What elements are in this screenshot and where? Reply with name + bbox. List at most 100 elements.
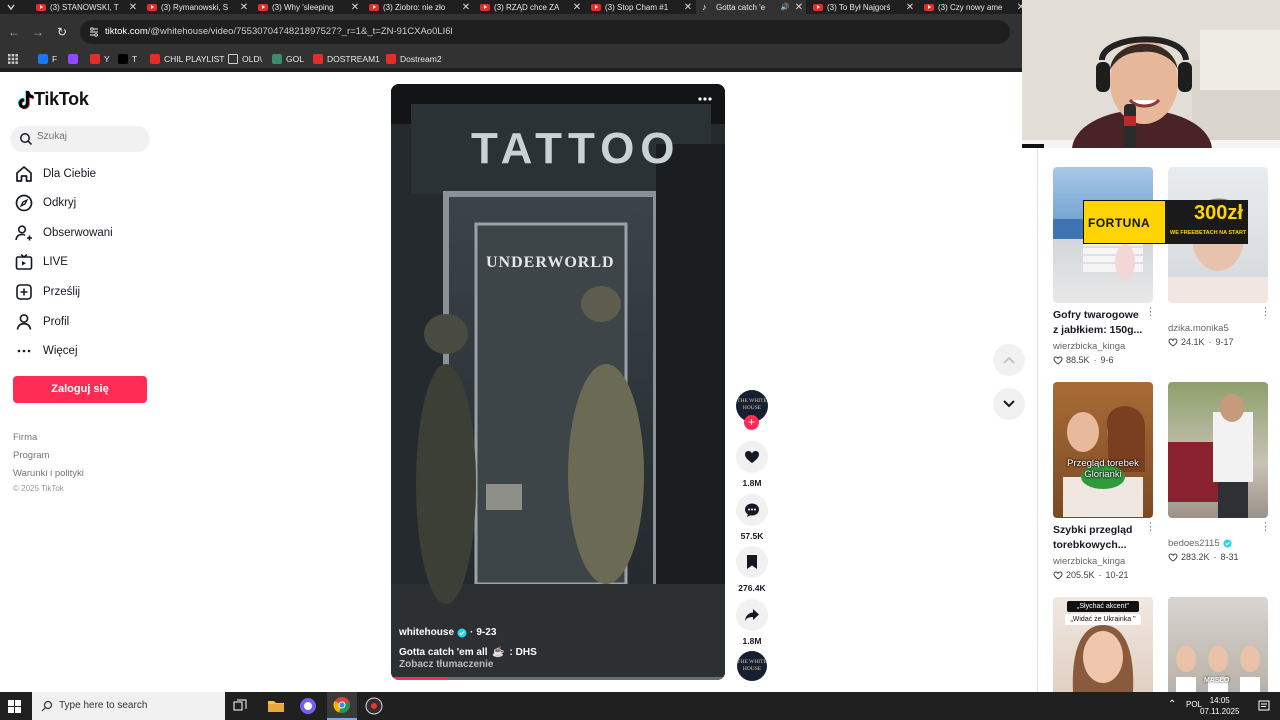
- footer-link-program[interactable]: Program: [13, 450, 49, 461]
- thumb-3-overlay: Przegląd torebek Glorianki: [1067, 458, 1139, 480]
- share-button[interactable]: [736, 599, 768, 631]
- apps-grid-icon[interactable]: [8, 54, 18, 64]
- nav-item-following[interactable]: Obserwowani: [14, 221, 113, 245]
- like-button[interactable]: [736, 441, 768, 473]
- bookmark-item[interactable]: F: [38, 53, 57, 65]
- browser-tab[interactable]: (3) Ziobro: nie zło ✕: [363, 0, 473, 14]
- bookmark-favicon-icon: [150, 54, 160, 64]
- bookmark-item[interactable]: OLD\: [228, 53, 262, 65]
- bookmark-item[interactable]: Y: [90, 53, 110, 65]
- recommended-thumb-4[interactable]: [1168, 382, 1268, 518]
- close-tab-icon[interactable]: ✕: [237, 2, 251, 13]
- task-view-icon[interactable]: [233, 699, 247, 713]
- ad-amount-panel[interactable]: 300zł WE FREEBETACH NA START: [1166, 200, 1248, 244]
- search-box[interactable]: [10, 126, 150, 152]
- kebab-icon[interactable]: ⋮: [1260, 522, 1271, 533]
- login-button[interactable]: Zaloguj się: [13, 376, 147, 403]
- browser-tab-title: Gotta catch 'e: [716, 2, 766, 12]
- tiktok-note-icon: [17, 89, 34, 109]
- bookmark-item[interactable]: [68, 53, 82, 65]
- windows-start-icon[interactable]: [8, 700, 21, 713]
- file-explorer-icon[interactable]: [266, 696, 286, 716]
- close-tab-icon[interactable]: ✕: [792, 2, 806, 13]
- search-input[interactable]: [37, 131, 137, 142]
- recommended-thumb-5[interactable]: „Słychać akcent" „Widać że Ukrainka ": [1053, 597, 1153, 692]
- browser-tab[interactable]: (3) Rymanowski, S ✕: [141, 0, 251, 14]
- recommended-title-1[interactable]: Gofry twarogowe z jabłkiem: 150g...: [1053, 308, 1145, 338]
- video-author[interactable]: whitehouse: [399, 627, 454, 638]
- notifications-icon[interactable]: [1258, 700, 1270, 712]
- recommended-user-4-row[interactable]: bedoes2115: [1168, 538, 1232, 549]
- recommended-thumb-6[interactable]: MASŁO: [1168, 597, 1268, 692]
- save-action[interactable]: 276.4K: [736, 546, 768, 593]
- nav-item-live[interactable]: LIVE: [14, 250, 68, 274]
- nav-item-explore[interactable]: Odkryj: [14, 191, 76, 215]
- forward-button[interactable]: →: [30, 24, 46, 40]
- bookmark-item[interactable]: CHIL PLAYLIST: [150, 53, 224, 65]
- footer-link-company[interactable]: Firma: [13, 432, 37, 443]
- ad-fortuna-banner[interactable]: FORTUNA: [1083, 200, 1166, 244]
- previous-video-button[interactable]: [993, 344, 1025, 376]
- comment-action[interactable]: 57.5K: [736, 494, 768, 541]
- kebab-icon[interactable]: ⋮: [1145, 522, 1156, 533]
- kebab-icon[interactable]: ⋮: [1145, 307, 1156, 318]
- video-player[interactable]: TATTOO UNDERWORLD whitehouse · 9-23 Gott…: [391, 84, 725, 680]
- browser-tab-title: (3) Ziobro: nie zło: [383, 2, 446, 12]
- close-tab-icon[interactable]: ✕: [681, 2, 695, 13]
- browser-tab[interactable]: ♪ Gotta catch 'e 🔊 ✕: [696, 0, 806, 14]
- obs-app-icon[interactable]: [364, 696, 384, 716]
- close-tab-icon[interactable]: ✕: [1014, 2, 1022, 13]
- reload-button[interactable]: ↻: [54, 24, 70, 40]
- close-tab-icon[interactable]: ✕: [459, 2, 473, 13]
- video-more-icon[interactable]: [698, 97, 712, 101]
- tray-chevron-up-icon[interactable]: ⌃: [1168, 699, 1176, 710]
- next-video-button[interactable]: [993, 388, 1025, 420]
- bookmark-item[interactable]: GOL: [272, 53, 304, 65]
- tiktok-wordmark: TikTok: [34, 89, 89, 109]
- bookmark-item[interactable]: DOSTREAM1: [313, 53, 380, 65]
- footer-link-terms[interactable]: Warunki i polityki: [13, 468, 84, 479]
- tiktok-logo[interactable]: TikTok: [16, 89, 89, 110]
- browser-tab[interactable]: (3) Why 'sleeping ✕: [252, 0, 362, 14]
- browser-tab[interactable]: (3) RZĄD chce ZA ✕: [474, 0, 584, 14]
- speaker-icon[interactable]: 🔊: [778, 3, 792, 11]
- tab-search-menu[interactable]: [0, 0, 30, 14]
- video-author-row[interactable]: whitehouse · 9-23: [399, 627, 496, 638]
- see-translation-link[interactable]: Zobacz tłumaczenie: [399, 659, 493, 670]
- browser-tab[interactable]: (3) Stop Cham #1 ✕: [585, 0, 695, 14]
- follow-plus-button[interactable]: +: [744, 415, 759, 430]
- browser-tab[interactable]: (3) STANOWSKI, T ✕: [30, 0, 140, 14]
- browser-tab[interactable]: (3) To Był Najgorś ✕: [807, 0, 917, 14]
- recommended-user-4[interactable]: bedoes2115: [1168, 538, 1220, 549]
- browser-tab[interactable]: (3) Czy nowy ame ✕: [918, 0, 1022, 14]
- messenger-app-icon[interactable]: [298, 696, 318, 716]
- recommended-user-3[interactable]: wierzbicka_kinga: [1053, 556, 1125, 567]
- bookmark-item[interactable]: T: [118, 53, 137, 65]
- nav-item-upload[interactable]: Prześlij: [14, 280, 80, 304]
- back-button[interactable]: ←: [6, 24, 22, 40]
- close-tab-icon[interactable]: ✕: [570, 2, 584, 13]
- site-info-icon[interactable]: [88, 26, 100, 38]
- chrome-taskbar-button[interactable]: [327, 692, 357, 720]
- like-action[interactable]: 1.8M: [736, 441, 768, 488]
- recommended-stats-2: 24.1K · 9-17: [1168, 337, 1234, 347]
- recommended-user-1[interactable]: wierzbicka_kinga: [1053, 341, 1125, 352]
- nav-item-profile[interactable]: Profil: [14, 310, 69, 334]
- taskbar-clock[interactable]: 14:05 07.11.2025: [1200, 695, 1239, 717]
- url-field[interactable]: tiktok.com/@whitehouse/video/75530704748…: [80, 20, 1010, 44]
- save-button[interactable]: [736, 546, 768, 578]
- share-action[interactable]: 1.8M: [736, 599, 768, 646]
- close-tab-icon[interactable]: ✕: [126, 2, 140, 13]
- sound-disc-avatar[interactable]: THE WHITE HOUSE: [737, 651, 767, 681]
- close-tab-icon[interactable]: ✕: [348, 2, 362, 13]
- close-tab-icon[interactable]: ✕: [903, 2, 917, 13]
- nav-item-more[interactable]: Więcej: [14, 339, 78, 363]
- taskbar-search[interactable]: Type here to search: [32, 692, 225, 720]
- comment-button[interactable]: [736, 494, 768, 526]
- recommended-title-3[interactable]: Szybki przegląd torebkowych...: [1053, 523, 1145, 553]
- kebab-icon[interactable]: ⋮: [1260, 307, 1271, 318]
- bookmark-item[interactable]: Dostream2: [386, 53, 442, 65]
- recommended-thumb-3[interactable]: Przegląd torebek Glorianki: [1053, 382, 1153, 518]
- nav-item-for-you[interactable]: Dla Ciebie: [14, 162, 96, 186]
- recommended-user-2[interactable]: dzika.monika5: [1168, 323, 1229, 334]
